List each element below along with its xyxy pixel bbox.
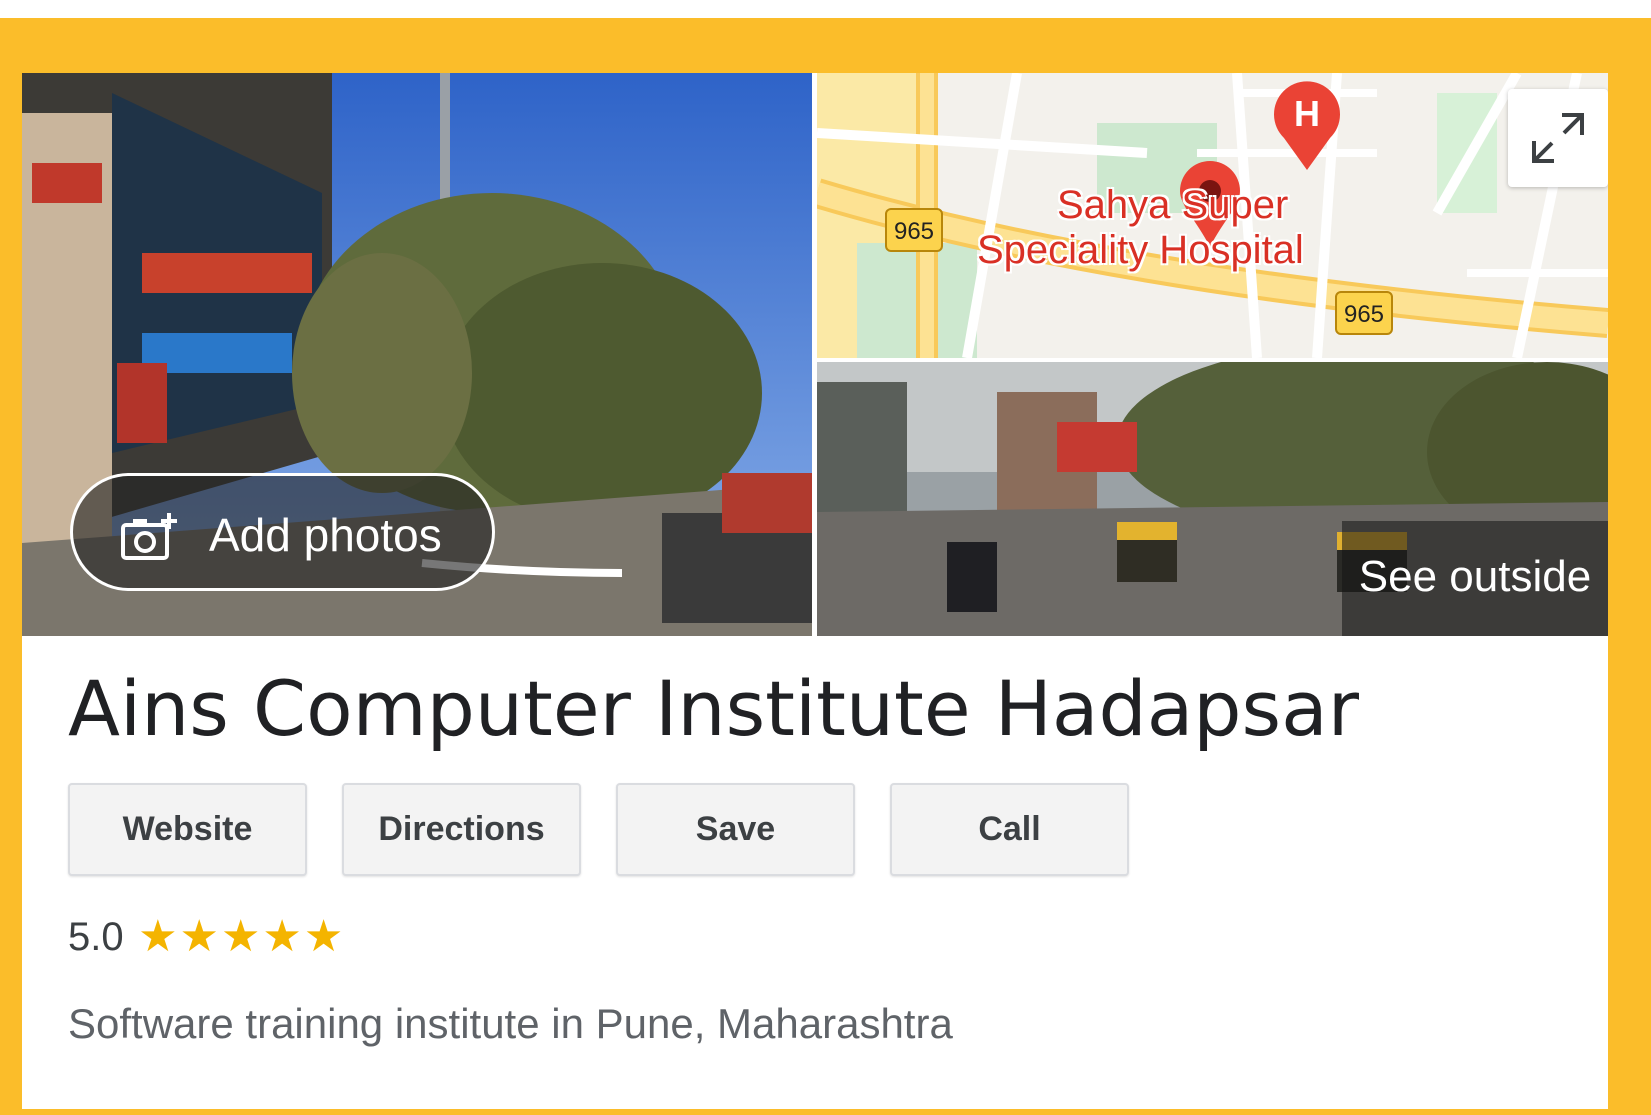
- business-name: Ains Computer Institute Hadapsar: [68, 664, 1359, 753]
- business-knowledge-panel: Add photos H Sahya Super Speciality Hosp…: [22, 73, 1608, 1109]
- route-shield: 965: [1335, 291, 1393, 335]
- map-place-label-line2: Speciality Hospital: [977, 228, 1304, 272]
- add-photo-camera-icon: [121, 511, 179, 561]
- action-buttons: Website Directions Save Call: [68, 783, 1268, 883]
- directions-button[interactable]: Directions: [342, 783, 581, 876]
- add-photos-button[interactable]: Add photos: [70, 473, 495, 591]
- business-category: Software training institute in Pune, Mah…: [68, 1000, 953, 1047]
- add-photos-label: Add photos: [209, 509, 442, 561]
- see-outside-label: See outside: [1358, 552, 1592, 601]
- map-place-label-line1: Sahya Super: [1057, 183, 1289, 227]
- website-button[interactable]: Website: [68, 783, 307, 876]
- svg-text:H: H: [1294, 93, 1320, 134]
- highlight-frame: Add photos H Sahya Super Speciality Hosp…: [0, 18, 1651, 1115]
- hospital-icon: H: [1274, 81, 1340, 170]
- expand-map-icon: [1532, 113, 1584, 163]
- location-map[interactable]: H Sahya Super Speciality Hospital 965 96…: [817, 73, 1608, 358]
- rating-score: 5.0: [68, 915, 124, 959]
- business-photo[interactable]: Add photos: [22, 73, 812, 636]
- expand-map-button[interactable]: [1508, 89, 1608, 187]
- call-button[interactable]: Call: [890, 783, 1129, 876]
- see-outside-button[interactable]: See outside: [1342, 521, 1608, 636]
- rating-stars-icon: ★★★★★: [138, 912, 346, 961]
- save-button[interactable]: Save: [616, 783, 855, 876]
- route-shield: 965: [885, 208, 943, 252]
- street-view-photo[interactable]: See outside: [817, 362, 1608, 636]
- rating[interactable]: 5.0 ★★★★★: [68, 909, 345, 965]
